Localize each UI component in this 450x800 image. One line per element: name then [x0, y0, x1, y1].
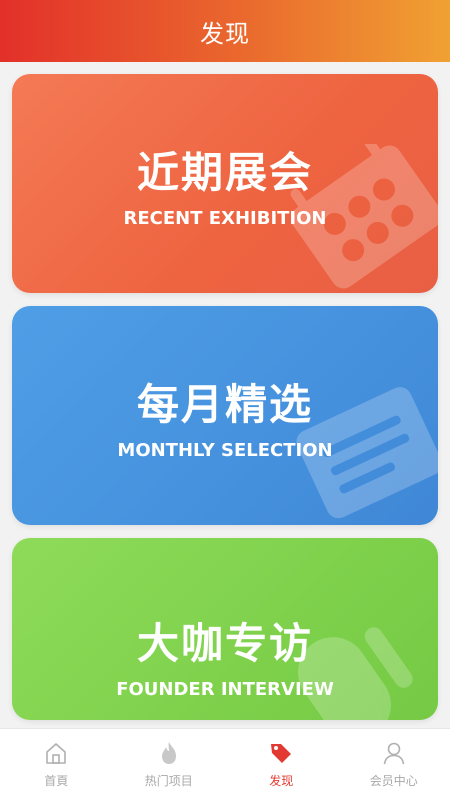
card-title-en: FOUNDER INTERVIEW [116, 679, 334, 700]
card-founder-interview[interactable]: 大咖专访 FOUNDER INTERVIEW [12, 538, 438, 720]
card-title-cn: 近期展会 [136, 147, 313, 197]
tab-label: 首頁 [44, 774, 69, 788]
tab-member-center[interactable]: 会员中心 [338, 729, 450, 800]
tab-label: 热门项目 [144, 774, 193, 788]
page-title: 发现 [200, 19, 250, 48]
home-icon [46, 743, 67, 764]
fire-icon [161, 742, 176, 764]
card-title-cn: 每月精选 [136, 379, 313, 429]
card-monthly-selection[interactable]: 每月精选 MONTHLY SELECTION [12, 306, 438, 525]
top-bar: 发现 [0, 0, 450, 62]
card-recent-exhibition[interactable]: 近期展会 RECENT EXHIBITION [12, 74, 438, 293]
tab-label: 发现 [269, 774, 294, 788]
tab-discover[interactable]: 发现 [225, 729, 338, 800]
tab-label: 会员中心 [369, 774, 418, 788]
user-icon [383, 742, 405, 765]
card-title-en: MONTHLY SELECTION [117, 439, 333, 461]
card-title-cn: 大咖专访 [136, 619, 313, 668]
tab-home[interactable]: 首頁 [0, 729, 113, 800]
tag-icon [271, 744, 292, 763]
tab-hot-projects[interactable]: 热门项目 [113, 729, 226, 800]
bottom-tab-bar: 首頁 热门项目 发现 会员中心 [0, 728, 450, 800]
card-title-en: RECENT EXHIBITION [123, 207, 327, 229]
